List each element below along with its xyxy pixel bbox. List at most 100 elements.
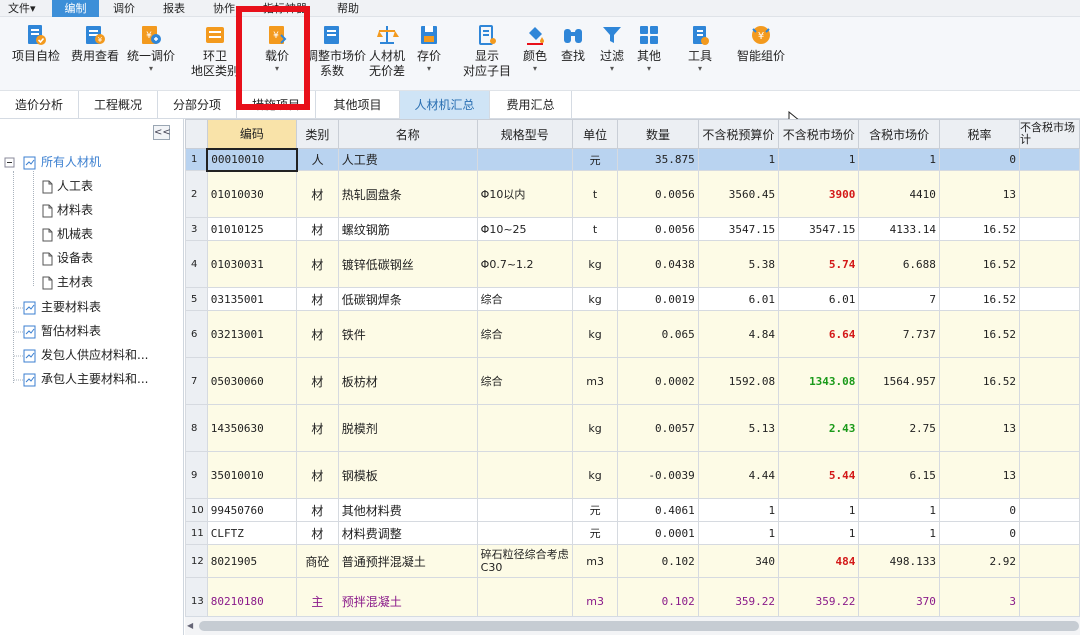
cell-market-price[interactable]: 359.22	[778, 577, 860, 616]
cell-spec[interactable]: 碎石粒径综合考虑 C30	[476, 544, 573, 578]
cell-taxed-market-price[interactable]: 498.133	[858, 544, 940, 578]
cell-market-price[interactable]: 6.01	[778, 287, 860, 311]
cell-code[interactable]: 01030031	[206, 240, 298, 288]
tools-caret[interactable]: ▾	[685, 64, 715, 74]
tab-other-items[interactable]: 其他项目	[316, 91, 400, 119]
cell-type[interactable]: 材	[296, 217, 339, 241]
cell-spec[interactable]	[476, 451, 573, 499]
cell-qty[interactable]: 0.065	[617, 310, 699, 358]
show-items-button[interactable]: 显示 对应子目	[460, 21, 514, 89]
cell-budget-price[interactable]: 1	[697, 498, 780, 522]
cell-market-price[interactable]: 1	[778, 521, 860, 545]
cell-spec[interactable]	[476, 577, 573, 616]
cell-name[interactable]: 材料费调整	[337, 521, 478, 545]
cell-name[interactable]: 螺纹钢筋	[337, 217, 478, 241]
header-name[interactable]: 名称	[337, 119, 478, 149]
save-price-button[interactable]: 存价 ▾	[414, 21, 444, 89]
cell-taxed-market-price[interactable]: 4133.14	[858, 217, 940, 241]
cell-spec[interactable]: 综合	[476, 357, 573, 405]
cell-taxed-market-price[interactable]: 1	[858, 148, 940, 171]
tree-item[interactable]: 暂估材料表	[4, 321, 101, 341]
cell-type[interactable]: 人	[296, 148, 339, 171]
cell-tax-rate[interactable]: 16.52	[938, 217, 1021, 241]
table-row[interactable]: 13 80210180 主预拌混凝土 m3 0.102 359.22 359.22 370 3	[185, 577, 1080, 616]
menu-help[interactable]: 帮助	[331, 0, 365, 17]
cell-market-total[interactable]	[1019, 217, 1080, 241]
menu-report[interactable]: 报表	[157, 0, 191, 17]
header-market-price[interactable]: 不含税市场价	[778, 119, 860, 149]
table-row[interactable]: 10 99450760 材其他材料费元 0.4061 1 1 1 0	[185, 498, 1080, 522]
cell-qty[interactable]: 0.0019	[617, 287, 699, 311]
cell-qty[interactable]: 35.875	[617, 148, 699, 171]
color-caret[interactable]: ▾	[520, 64, 550, 74]
tools-button[interactable]: 工具 ▾	[685, 21, 715, 89]
cell-market-total[interactable]	[1019, 521, 1080, 545]
tab-project-overview[interactable]: 工程概况	[79, 91, 158, 119]
header-qty[interactable]: 数量	[617, 119, 699, 149]
cell-budget-price[interactable]: 5.38	[697, 240, 780, 288]
cell-qty[interactable]: 0.0057	[617, 404, 699, 452]
tree-item[interactable]: 设备表	[40, 248, 93, 268]
cell-code[interactable]: 99450760	[206, 498, 298, 522]
cell-market-price[interactable]: 1343.08	[778, 357, 860, 405]
cell-tax-rate[interactable]: 0	[938, 148, 1021, 171]
header-unit[interactable]: 单位	[571, 119, 619, 149]
cell-tax-rate[interactable]: 0	[938, 498, 1021, 522]
header-spec[interactable]: 规格型号	[476, 119, 573, 149]
no-price-diff-button[interactable]: 人材机 无价差	[364, 21, 410, 89]
cell-unit[interactable]: m3	[571, 544, 619, 578]
cell-type[interactable]: 材	[296, 521, 339, 545]
other-caret[interactable]: ▾	[634, 64, 664, 74]
header-market-total[interactable]: 不含税市场 计	[1019, 119, 1080, 149]
cell-market-price[interactable]: 5.74	[778, 240, 860, 288]
cell-market-price[interactable]: 3547.15	[778, 217, 860, 241]
cell-tax-rate[interactable]: 3	[938, 577, 1021, 616]
cell-spec[interactable]	[476, 498, 573, 522]
cell-qty[interactable]: 0.0056	[617, 170, 699, 218]
cell-taxed-market-price[interactable]: 7.737	[858, 310, 940, 358]
cell-spec[interactable]	[476, 521, 573, 545]
table-row[interactable]: 8 14350630 材脱模剂 kg 0.0057 5.13 2.43 2.75 13	[185, 404, 1080, 452]
cell-market-total[interactable]	[1019, 240, 1080, 288]
smart-price-button[interactable]: ¥ 智能组价	[734, 21, 788, 89]
cell-type[interactable]: 材	[296, 404, 339, 452]
header-budget-price[interactable]: 不含税预算价	[697, 119, 780, 149]
cell-qty[interactable]: 0.0001	[617, 521, 699, 545]
tree-expand-icon[interactable]	[4, 156, 38, 170]
cell-spec[interactable]: Φ10~25	[476, 217, 573, 241]
table-row[interactable]: 3 01010125 材螺纹钢筋 Φ10~25 t 0.0056 3547.15 3547.1…	[185, 217, 1080, 241]
cell-unit[interactable]: kg	[571, 287, 619, 311]
cell-unit[interactable]: kg	[571, 404, 619, 452]
cell-unit[interactable]: kg	[571, 451, 619, 499]
cell-type[interactable]: 材	[296, 170, 339, 218]
cell-name[interactable]: 脱模剂	[337, 404, 478, 452]
cell-budget-price[interactable]: 1	[697, 148, 780, 171]
cell-code[interactable]: 01010030	[206, 170, 298, 218]
cell-type[interactable]: 材	[296, 498, 339, 522]
cell-budget-price[interactable]: 3547.15	[697, 217, 780, 241]
cell-name[interactable]: 普通预拌混凝土	[337, 544, 478, 578]
adjust-market-price-button[interactable]: 调整市场价 系数	[306, 21, 366, 89]
cell-tax-rate[interactable]: 16.52	[938, 310, 1021, 358]
cell-unit[interactable]: 元	[571, 498, 619, 522]
cell-market-total[interactable]	[1019, 498, 1080, 522]
table-row[interactable]: 1 00010010 人人工费元 35.875 1 1 1 0	[185, 147, 1080, 172]
cell-taxed-market-price[interactable]: 7	[858, 287, 940, 311]
cell-code[interactable]: 14350630	[206, 404, 298, 452]
cell-market-total[interactable]	[1019, 310, 1080, 358]
tree-item[interactable]: 主要材料表	[4, 297, 101, 317]
cell-code[interactable]: 35010010	[206, 451, 298, 499]
table-row[interactable]: 4 01030031 材镀锌低碳钢丝 Φ0.7~1.2 kg 0.0438 5.38 5.74…	[185, 240, 1080, 288]
header-type[interactable]: 类别	[296, 119, 339, 149]
menu-file[interactable]: 文件▾	[2, 0, 42, 17]
filter-caret[interactable]: ▾	[597, 64, 627, 74]
cell-budget-price[interactable]: 3560.45	[697, 170, 780, 218]
cell-unit[interactable]: t	[571, 217, 619, 241]
tree-item[interactable]: 人工表	[40, 176, 93, 196]
cell-budget-price[interactable]: 4.84	[697, 310, 780, 358]
cell-code[interactable]: 03135001	[206, 287, 298, 311]
cell-code[interactable]: 05030060	[206, 357, 298, 405]
project-check-button[interactable]: 项目自检	[8, 21, 64, 89]
menu-adjust-price[interactable]: 调价	[107, 0, 141, 17]
cell-spec[interactable]: 综合	[476, 287, 573, 311]
